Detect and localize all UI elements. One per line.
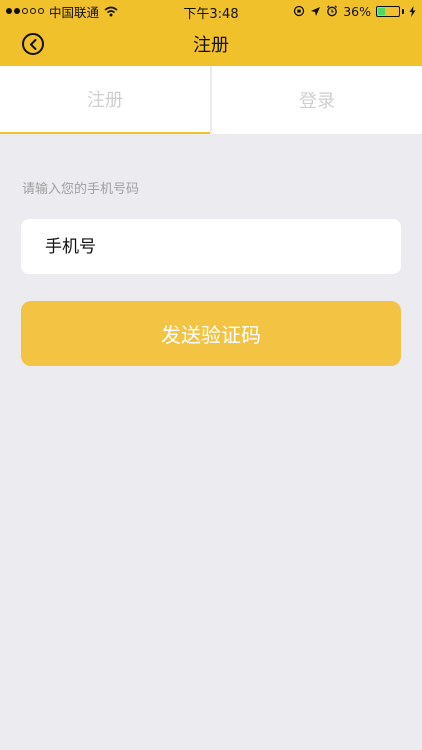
phone-input-container: [21, 219, 401, 274]
carrier-name: 中国联通: [49, 4, 100, 20]
battery-percent: 36%: [343, 3, 371, 19]
orientation-lock-icon: [294, 5, 305, 17]
send-verification-code-button[interactable]: 发送验证码: [21, 301, 401, 366]
signal-strength-icon: [6, 8, 44, 14]
phone-number-input[interactable]: [43, 235, 379, 258]
alarm-icon: [327, 5, 338, 17]
tab-bar: 注册 登录: [0, 66, 422, 134]
chevron-left-icon: [29, 38, 36, 50]
status-bar: 中国联通 下午3:48 36%: [0, 0, 422, 22]
status-left: 中国联通: [6, 2, 118, 21]
charging-bolt-icon: [409, 5, 416, 17]
tab-register[interactable]: 注册: [0, 66, 210, 134]
tab-login[interactable]: 登录: [212, 66, 422, 134]
battery-icon: [376, 5, 404, 17]
phone-hint-label: 请输入您的手机号码: [22, 182, 140, 197]
status-right: 36%: [293, 4, 416, 19]
location-icon: [311, 6, 321, 16]
navigation-bar: 注册: [0, 22, 422, 66]
back-button[interactable]: [22, 33, 44, 55]
wifi-icon: [104, 6, 118, 16]
page-title: 注册: [193, 35, 229, 56]
